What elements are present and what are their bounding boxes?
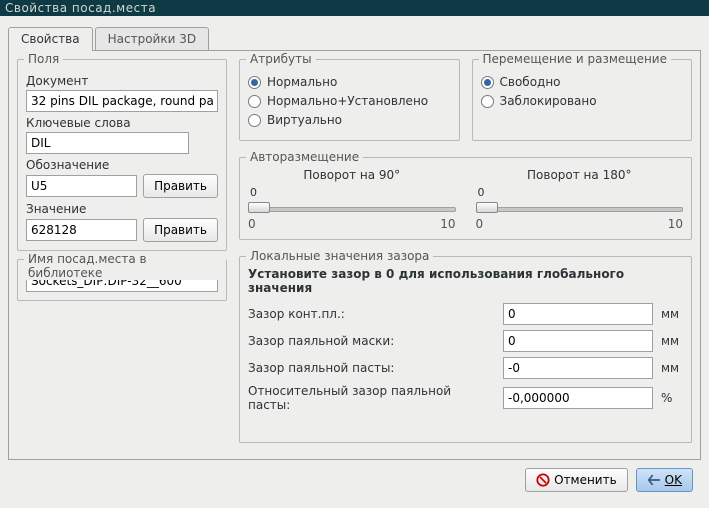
slider-rot180: Поворот на 180° 0 0 10 <box>476 168 684 231</box>
doc-label: Документ <box>26 74 218 88</box>
radio-icon <box>481 76 494 89</box>
tab-settings-3d[interactable]: Настройки 3D <box>95 27 209 50</box>
ok-icon <box>647 473 661 487</box>
ref-input[interactable] <box>26 175 137 197</box>
tab-settings-3d-label: Настройки 3D <box>108 32 196 46</box>
paste-clearance-input[interactable] <box>503 357 653 379</box>
mask-clearance-unit: мм <box>661 334 683 348</box>
group-autoplace: Авторазмещение Поворот на 90° 0 010 Пово… <box>239 157 692 240</box>
window: Свойства посад.места Свойства Настройки … <box>0 0 709 508</box>
keywords-input[interactable] <box>26 132 189 154</box>
val-edit-button[interactable]: Править <box>143 218 218 242</box>
slider-rot90: Поворот на 90° 0 0 10 <box>248 168 456 231</box>
ok-button-label: OK <box>665 473 682 487</box>
radio-locked[interactable]: Заблокировано <box>481 94 684 108</box>
window-title: Свойства посад.места <box>5 1 156 15</box>
paste-ratio-label: Относительный зазор паяльной пасты: <box>248 384 495 412</box>
ok-button[interactable]: OK <box>636 468 693 492</box>
rot180-min: 0 <box>476 217 484 231</box>
group-fields: Поля Документ Ключевые слова Обозначение… <box>17 59 227 251</box>
pad-clearance-input[interactable] <box>503 303 653 325</box>
radio-virtual[interactable]: Виртуально <box>248 113 451 127</box>
val-edit-label: Править <box>154 223 207 237</box>
clearance-note: Установите зазор в 0 для использования г… <box>248 267 683 295</box>
tab-properties[interactable]: Свойства <box>8 27 93 51</box>
group-attributes: Атрибуты Нормально Нормально+Установлено… <box>239 59 460 141</box>
group-fields-legend: Поля <box>24 52 63 66</box>
pad-clearance-unit: мм <box>661 307 683 321</box>
move-legend: Перемещение и размещение <box>479 52 671 66</box>
content: Свойства Настройки 3D Поля Документ Ключ… <box>0 16 709 508</box>
ref-label: Обозначение <box>26 158 218 172</box>
paste-ratio-unit: % <box>661 391 683 405</box>
cancel-icon <box>536 473 550 487</box>
radio-virtual-label: Виртуально <box>267 113 342 127</box>
rot90-min: 0 <box>248 217 256 231</box>
cancel-button-label: Отменить <box>554 473 617 487</box>
group-move: Перемещение и размещение Свободно Заблок… <box>472 59 693 141</box>
rot90-title: Поворот на 90° <box>248 168 456 182</box>
paste-clearance-label: Зазор паяльной пасты: <box>248 361 495 375</box>
group-clearance: Локальные значения зазора Установите заз… <box>239 256 692 443</box>
radio-normal[interactable]: Нормально <box>248 75 451 89</box>
tabs: Свойства Настройки 3D <box>8 24 701 50</box>
rot180-max: 10 <box>668 217 683 231</box>
slider-thumb-icon <box>248 202 270 213</box>
rot180-title: Поворот на 180° <box>476 168 684 182</box>
footer: Отменить OK <box>8 460 701 500</box>
radio-icon <box>248 95 261 108</box>
slider-thumb-icon <box>476 202 498 213</box>
radio-icon <box>248 76 261 89</box>
val-input[interactable] <box>26 219 137 241</box>
rot90-slider[interactable] <box>248 201 456 215</box>
radio-normal-set-label: Нормально+Установлено <box>267 94 428 108</box>
radio-icon <box>248 114 261 127</box>
tab-panel: Поля Документ Ключевые слова Обозначение… <box>8 50 701 460</box>
group-libname: Имя посад.места в библиотеке <box>17 259 227 301</box>
autoplace-legend: Авторазмещение <box>246 150 363 164</box>
libname-legend: Имя посад.места в библиотеке <box>24 252 226 280</box>
paste-ratio-input[interactable] <box>503 387 653 409</box>
radio-normal-set[interactable]: Нормально+Установлено <box>248 94 451 108</box>
val-label: Значение <box>26 202 218 216</box>
radio-icon <box>481 95 494 108</box>
rot180-value: 0 <box>478 186 684 199</box>
left-column: Поля Документ Ключевые слова Обозначение… <box>17 59 227 451</box>
keywords-label: Ключевые слова <box>26 116 218 130</box>
ref-edit-label: Править <box>154 179 207 193</box>
titlebar: Свойства посад.места <box>0 0 709 16</box>
rot90-value: 0 <box>250 186 456 199</box>
mask-clearance-label: Зазор паяльной маски: <box>248 334 495 348</box>
cancel-button[interactable]: Отменить <box>525 468 628 492</box>
pad-clearance-label: Зазор конт.пл.: <box>248 307 495 321</box>
rot90-max: 10 <box>440 217 455 231</box>
rot180-slider[interactable] <box>476 201 684 215</box>
mask-clearance-input[interactable] <box>503 330 653 352</box>
radio-free[interactable]: Свободно <box>481 75 684 89</box>
paste-clearance-unit: мм <box>661 361 683 375</box>
right-column: Атрибуты Нормально Нормально+Установлено… <box>239 59 692 451</box>
tab-properties-label: Свойства <box>21 32 80 46</box>
radio-locked-label: Заблокировано <box>500 94 597 108</box>
ref-edit-button[interactable]: Править <box>143 174 218 198</box>
radio-normal-label: Нормально <box>267 75 337 89</box>
clearance-legend: Локальные значения зазора <box>246 249 433 263</box>
doc-input[interactable] <box>26 90 218 112</box>
attributes-legend: Атрибуты <box>246 52 316 66</box>
radio-free-label: Свободно <box>500 75 561 89</box>
